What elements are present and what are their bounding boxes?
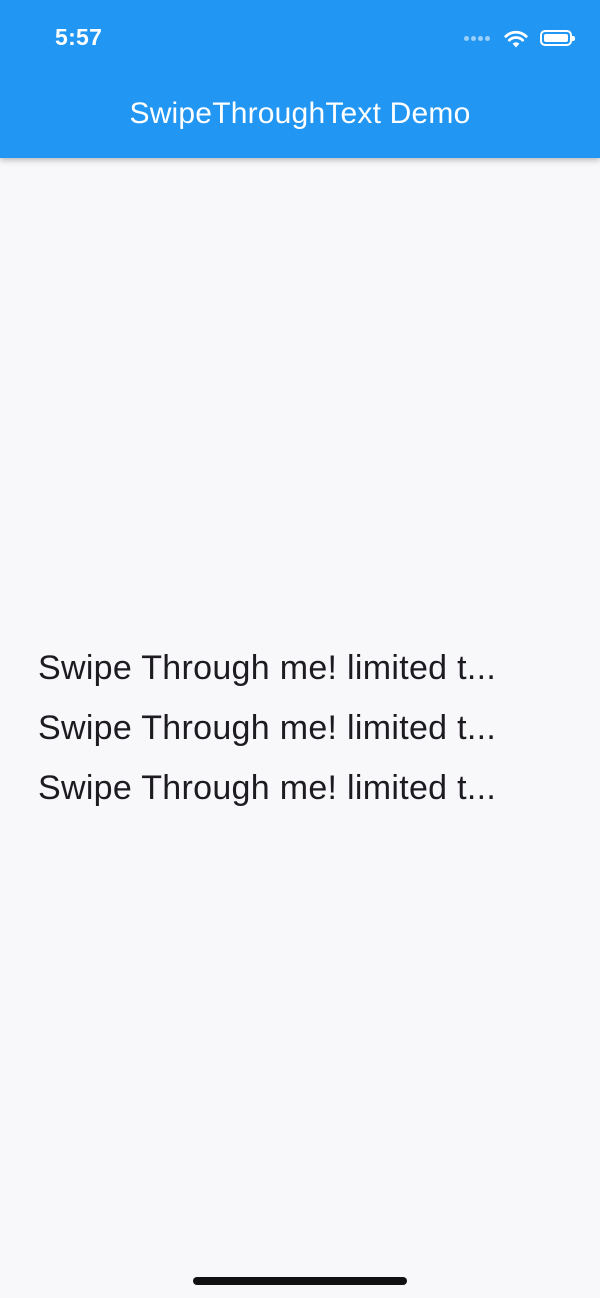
swipe-through-text-1[interactable]: Swipe Through me! limited t... [38, 648, 558, 708]
main-content: Swipe Through me! limited t... Swipe Thr… [0, 158, 600, 1298]
app-bar: 5:57 SwipeThroughText Demo [0, 0, 600, 158]
swipe-through-text-3[interactable]: Swipe Through me! limited t... [38, 768, 558, 828]
swipe-text-list: Swipe Through me! limited t... Swipe Thr… [38, 648, 558, 828]
wifi-icon [504, 30, 528, 47]
app-title: SwipeThroughText Demo [129, 97, 471, 130]
home-indicator[interactable] [193, 1277, 407, 1285]
battery-icon [540, 30, 575, 46]
status-icons [464, 26, 575, 50]
cellular-signal-icon [464, 35, 492, 41]
swipe-through-text-2[interactable]: Swipe Through me! limited t... [38, 708, 558, 768]
status-time: 5:57 [55, 24, 103, 50]
